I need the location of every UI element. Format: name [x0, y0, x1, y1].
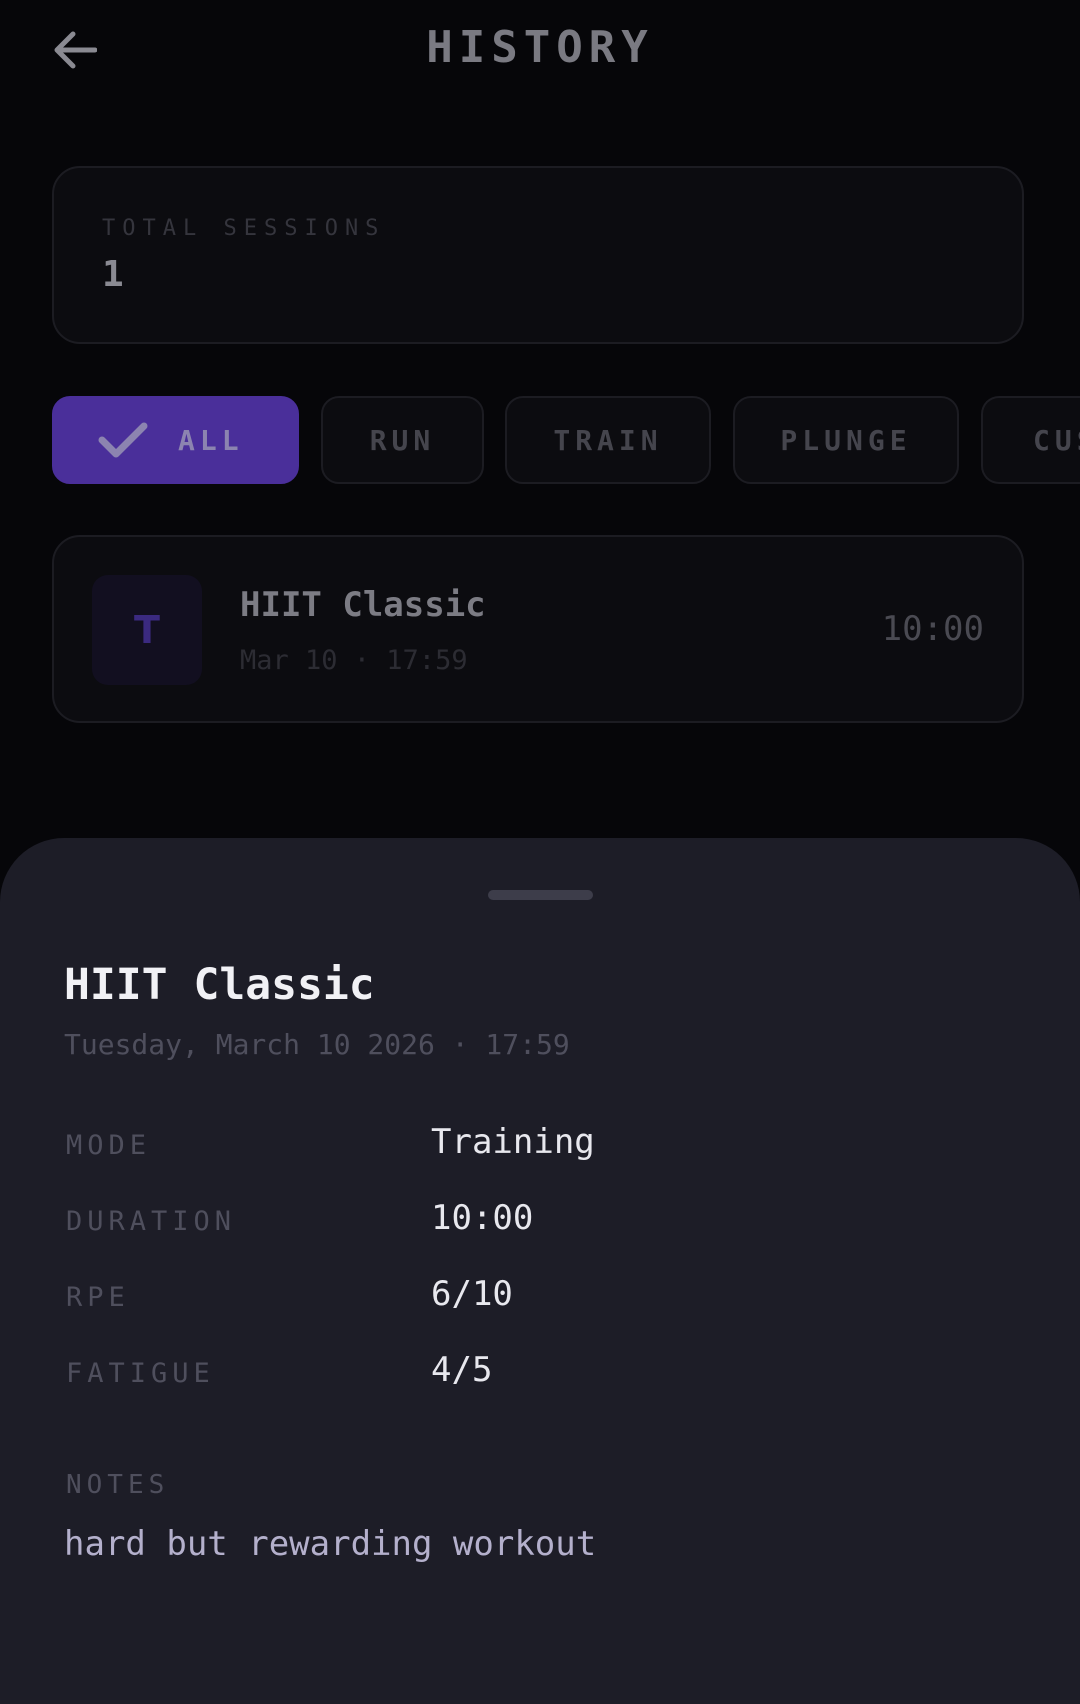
- notes-text: hard but rewarding workout: [64, 1524, 597, 1564]
- detail-label: MODE: [66, 1130, 152, 1161]
- filter-chip-label: ALL: [178, 423, 244, 457]
- filter-chip-label: CUS: [1033, 423, 1080, 457]
- detail-row-rpe: RPE 6/10: [64, 1274, 1024, 1324]
- check-icon: [98, 421, 148, 459]
- session-name: HIIT Classic: [240, 585, 486, 625]
- history-screen: HISTORY TOTAL SESSIONS 1 ALL RUN TRAIN P…: [0, 0, 1080, 1704]
- filter-chip-plunge[interactable]: PLUNGE: [733, 396, 959, 484]
- filter-chip-label: PLUNGE: [780, 423, 912, 457]
- total-sessions-card: TOTAL SESSIONS 1: [52, 166, 1024, 344]
- sheet-datetime: Tuesday, March 10 2026 · 17:59: [64, 1028, 570, 1061]
- session-duration: 10:00: [881, 609, 984, 649]
- detail-label: RPE: [66, 1282, 130, 1313]
- sheet-title: HIIT Classic: [64, 960, 375, 1010]
- session-type-avatar: T: [92, 575, 202, 685]
- session-list-item[interactable]: T HIIT Classic Mar 10 · 17:59 10:00: [52, 535, 1024, 723]
- sheet-drag-handle[interactable]: [488, 890, 593, 900]
- detail-row-mode: MODE Training: [64, 1122, 1024, 1172]
- detail-value: Training: [431, 1122, 595, 1162]
- total-sessions-value: 1: [102, 254, 124, 295]
- detail-label: DURATION: [66, 1206, 237, 1237]
- filter-chip-run[interactable]: RUN: [321, 396, 484, 484]
- filter-chip-train[interactable]: TRAIN: [505, 396, 711, 484]
- page-title: HISTORY: [426, 22, 654, 73]
- app-header: HISTORY: [0, 0, 1080, 104]
- detail-value: 6/10: [431, 1274, 513, 1314]
- notes-label: NOTES: [66, 1470, 170, 1500]
- detail-value: 4/5: [431, 1350, 493, 1390]
- filter-chip-label: TRAIN: [553, 423, 663, 457]
- detail-label: FATIGUE: [66, 1358, 215, 1389]
- filter-chip-row: ALL RUN TRAIN PLUNGE CUS: [52, 396, 1080, 486]
- filter-chip-label: RUN: [369, 423, 436, 457]
- detail-row-duration: DURATION 10:00: [64, 1198, 1024, 1248]
- filter-chip-all[interactable]: ALL: [52, 396, 299, 484]
- detail-row-fatigue: FATIGUE 4/5: [64, 1350, 1024, 1400]
- detail-value: 10:00: [431, 1198, 534, 1238]
- filter-chip-custom[interactable]: CUS: [981, 396, 1080, 484]
- session-detail-sheet: HIIT Classic Tuesday, March 10 2026 · 17…: [0, 838, 1080, 1704]
- total-sessions-label: TOTAL SESSIONS: [102, 216, 386, 241]
- session-datetime: Mar 10 · 17:59: [240, 645, 468, 676]
